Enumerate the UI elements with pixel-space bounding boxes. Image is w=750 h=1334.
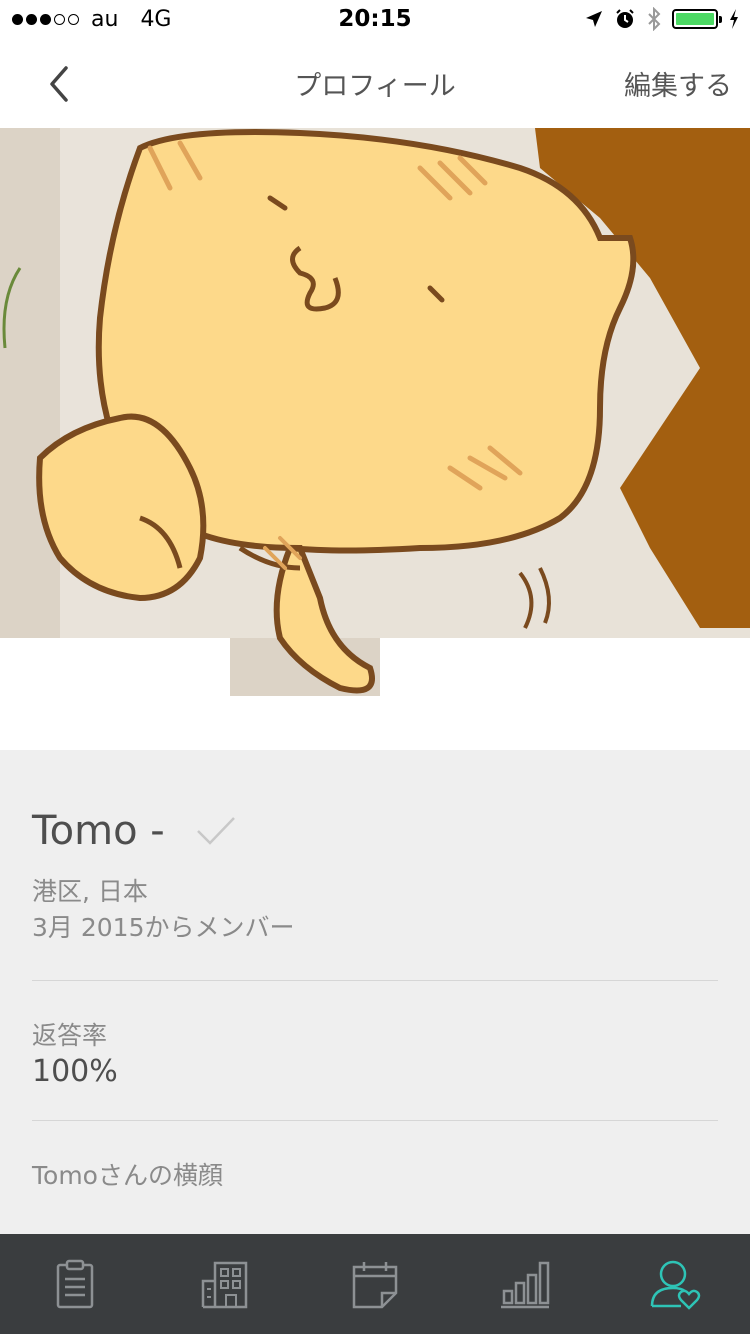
edit-button[interactable]: 編集する [624,64,732,103]
clipboard-icon [56,1259,94,1309]
profile-cover-image [0,128,750,750]
user-name: Tomo - [32,808,165,854]
charging-icon [730,9,738,29]
response-rate-label: 返答率 [32,1021,108,1050]
building-icon [201,1261,248,1309]
user-location: 港区, 日本 [32,877,148,906]
bar-chart-icon [501,1261,550,1309]
response-rate-value: 100% [32,1054,118,1089]
tab-bar [0,1234,750,1334]
tab-calendar[interactable] [300,1234,450,1334]
tab-reservations[interactable] [0,1234,150,1334]
calendar-icon [352,1262,398,1309]
profile-about-link[interactable]: Tomoさんの横顔 [32,1156,223,1192]
verified-check-icon [196,817,235,845]
tab-profile[interactable] [600,1234,750,1334]
divider [32,1120,718,1121]
navigation-bar: プロフィール 編集する [0,40,750,128]
alarm-icon [616,9,634,28]
battery-icon [672,9,722,29]
tab-stats[interactable] [450,1234,600,1334]
profile-heart-icon [650,1260,701,1310]
divider [32,980,718,981]
tab-listings[interactable] [150,1234,300,1334]
cat-illustration [0,128,750,750]
bluetooth-icon [648,7,661,31]
status-bar: au 4G 20:15 [0,0,750,40]
member-since: 3月 2015からメンバー [32,913,295,942]
status-right [584,7,740,31]
name-row: Tomo - [32,808,237,854]
location-arrow-icon [586,11,602,27]
